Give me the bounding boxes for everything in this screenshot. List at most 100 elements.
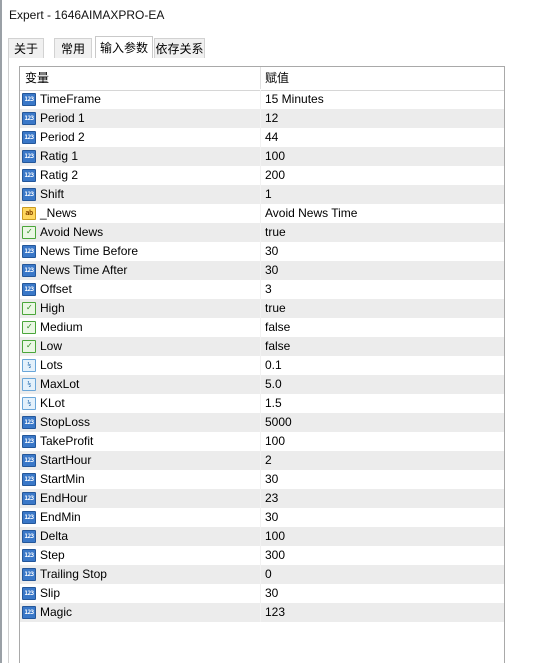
parameter-value[interactable]: 30 [265, 470, 278, 489]
tab-inputs[interactable]: 输入参数 [95, 36, 153, 59]
int-icon: 123 [22, 435, 36, 448]
parameter-value[interactable]: true [265, 299, 286, 318]
parameter-name: StartHour [40, 453, 92, 467]
parameter-value[interactable]: 5.0 [265, 375, 282, 394]
tab-dependencies[interactable]: 依存关系 [154, 38, 205, 58]
table-row[interactable]: 123 StopLoss 5000 [20, 413, 504, 432]
table-row[interactable]: 123 Period 1 12 [20, 109, 504, 128]
parameter-value[interactable]: 100 [265, 527, 285, 546]
int-icon: 123 [22, 587, 36, 600]
parameter-name: StopLoss [40, 415, 91, 429]
table-row[interactable]: ✓ Low false [20, 337, 504, 356]
parameter-name: StartMin [40, 472, 85, 486]
table-row[interactable]: 123 StartHour 2 [20, 451, 504, 470]
parameter-name: Lots [40, 358, 63, 372]
parameter-value[interactable]: 30 [265, 508, 278, 527]
parameter-value[interactable]: 100 [265, 147, 285, 166]
table-row[interactable]: ✓ Medium false [20, 318, 504, 337]
parameter-value[interactable]: true [265, 223, 286, 242]
parameter-value[interactable]: false [265, 337, 290, 356]
table-row[interactable]: 123 Delta 100 [20, 527, 504, 546]
tab-common[interactable]: 常用 [54, 38, 92, 58]
cell-divider [260, 109, 261, 128]
parameter-value[interactable]: 15 Minutes [265, 90, 324, 109]
cell-divider [260, 565, 261, 584]
parameters-list[interactable]: 变量 赋值 123 TimeFrame 15 Minutes 123 Period 11… [19, 66, 505, 663]
table-row[interactable]: 123 StartMin 30 [20, 470, 504, 489]
parameter-name: News Time Before [40, 244, 139, 258]
parameter-value[interactable]: 300 [265, 546, 285, 565]
parameter-name: High [40, 301, 65, 315]
parameter-value[interactable]: 200 [265, 166, 285, 185]
column-header-variable[interactable]: 变量 [25, 71, 49, 86]
parameter-name: EndMin [40, 510, 81, 524]
parameter-name: Ratig 1 [40, 149, 79, 163]
parameter-value[interactable]: 3 [265, 280, 272, 299]
table-row[interactable]: 123 Period 2 44 [20, 128, 504, 147]
bool-icon: ✓ [22, 340, 36, 353]
int-icon: 123 [22, 150, 36, 163]
table-row[interactable]: ½ Lots 0.1 [20, 356, 504, 375]
parameter-name: _News [40, 206, 77, 220]
cell-divider [260, 90, 261, 109]
table-row[interactable]: 123 Step 300 [20, 546, 504, 565]
table-row[interactable]: 123 TakeProfit 100 [20, 432, 504, 451]
table-row[interactable]: ½ KLot 1.5 [20, 394, 504, 413]
parameter-value[interactable]: 1 [265, 185, 272, 204]
parameter-name: MaxLot [40, 377, 80, 391]
parameter-value[interactable]: 2 [265, 451, 272, 470]
table-row[interactable]: 123 EndMin 30 [20, 508, 504, 527]
parameter-rows: 123 TimeFrame 15 Minutes 123 Period 1 12 123 Pe… [20, 90, 504, 622]
table-row[interactable]: ½ MaxLot 5.0 [20, 375, 504, 394]
column-header-value[interactable]: 赋值 [265, 71, 289, 86]
parameter-name: KLot [40, 396, 65, 410]
parameter-name: Ratig 2 [40, 168, 79, 182]
window-title: Expert - 1646AIMAXPRO-EA [9, 8, 165, 22]
parameter-value[interactable]: false [265, 318, 290, 337]
int-icon: 123 [22, 492, 36, 505]
parameter-value[interactable]: 1.5 [265, 394, 282, 413]
int-icon: 123 [22, 283, 36, 296]
table-row[interactable]: 123 TimeFrame 15 Minutes [20, 90, 504, 109]
int-icon: 123 [22, 530, 36, 543]
table-row[interactable]: 123 Magic 123 [20, 603, 504, 622]
cell-divider [260, 147, 261, 166]
int-icon: 123 [22, 606, 36, 619]
cell-divider [260, 451, 261, 470]
table-row[interactable]: 123 Ratig 2 200 [20, 166, 504, 185]
parameter-name: Period 2 [40, 130, 85, 144]
parameter-value[interactable]: 30 [265, 584, 278, 603]
parameter-name: Trailing Stop [40, 567, 107, 581]
parameter-value[interactable]: 30 [265, 261, 278, 280]
table-row[interactable]: 123 Slip 30 [20, 584, 504, 603]
table-row[interactable]: 123 Offset 3 [20, 280, 504, 299]
cell-divider [260, 166, 261, 185]
string-icon: ab [22, 207, 36, 220]
table-row[interactable]: ✓ Avoid News true [20, 223, 504, 242]
parameter-value[interactable]: 0.1 [265, 356, 282, 375]
table-row[interactable]: 123 EndHour 23 [20, 489, 504, 508]
table-row[interactable]: 123 News Time After 30 [20, 261, 504, 280]
parameter-value[interactable]: 0 [265, 565, 272, 584]
parameter-value[interactable]: 123 [265, 603, 285, 622]
table-row[interactable]: 123 Trailing Stop 0 [20, 565, 504, 584]
cell-divider [260, 508, 261, 527]
parameter-value[interactable]: 100 [265, 432, 285, 451]
table-row[interactable]: 123 Shift 1 [20, 185, 504, 204]
column-divider[interactable] [260, 67, 261, 89]
table-row[interactable]: 123 News Time Before 30 [20, 242, 504, 261]
table-row[interactable]: ✓ High true [20, 299, 504, 318]
parameter-value[interactable]: 44 [265, 128, 278, 147]
bool-icon: ✓ [22, 321, 36, 334]
cell-divider [260, 318, 261, 337]
parameter-name: Shift [40, 187, 65, 201]
parameter-value[interactable]: 30 [265, 242, 278, 261]
tab-about[interactable]: 关于 [8, 38, 44, 58]
int-icon: 123 [22, 169, 36, 182]
table-row[interactable]: 123 Ratig 1 100 [20, 147, 504, 166]
parameter-value[interactable]: Avoid News Time [265, 204, 357, 223]
parameter-value[interactable]: 5000 [265, 413, 292, 432]
table-row[interactable]: ab _News Avoid News Time [20, 204, 504, 223]
parameter-value[interactable]: 12 [265, 109, 278, 128]
parameter-value[interactable]: 23 [265, 489, 278, 508]
